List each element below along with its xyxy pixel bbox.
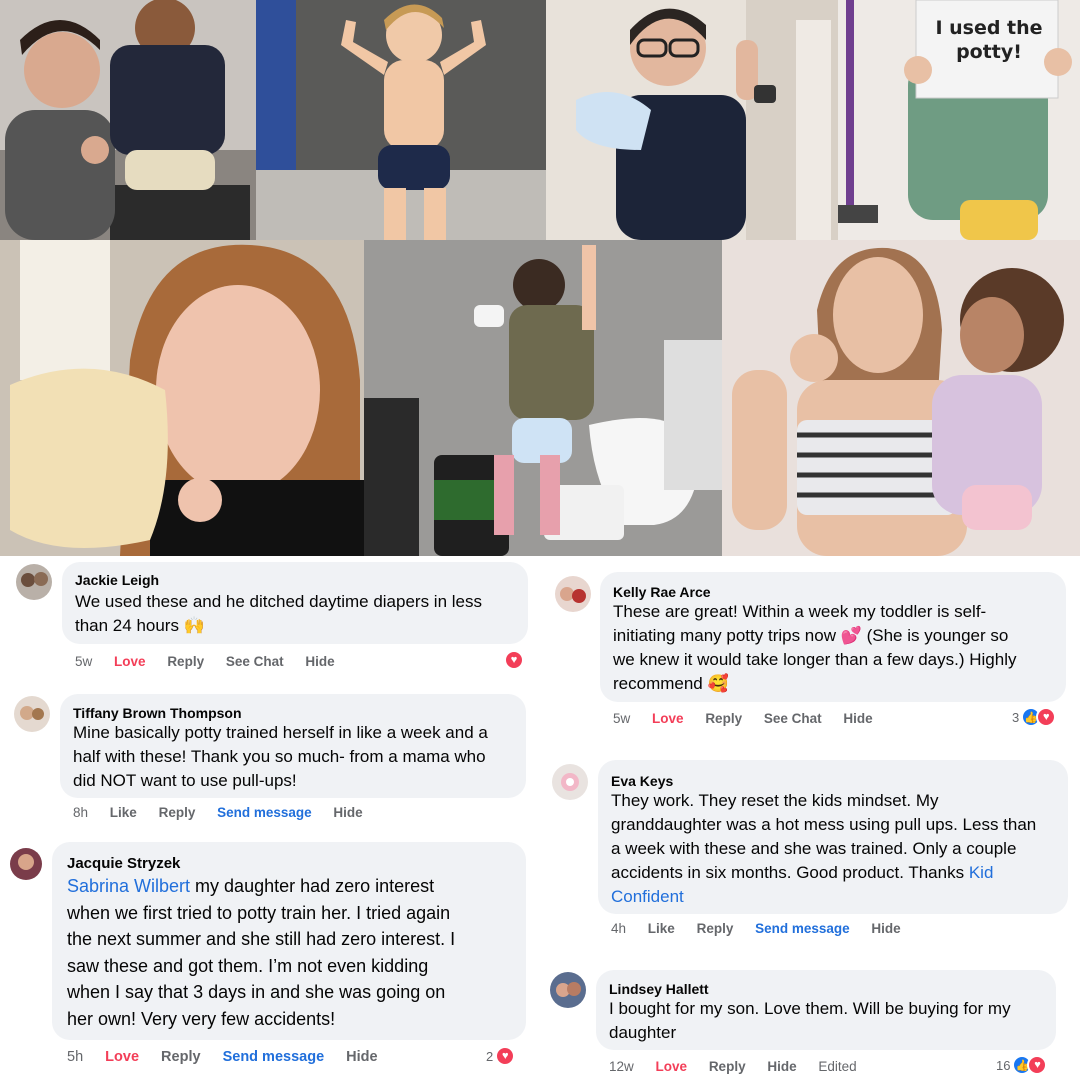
comment-line: the next summer and she still had zero i… bbox=[67, 929, 456, 950]
comment-time[interactable]: 5w bbox=[613, 711, 630, 726]
comment-author[interactable]: Tiffany Brown Thompson bbox=[73, 705, 242, 721]
photo-boy-flexing bbox=[256, 0, 546, 240]
comment-line: a week with these and she was trained. O… bbox=[611, 839, 1017, 858]
comment-actions: 5w Love Reply See Chat Hide bbox=[613, 711, 891, 726]
see-chat-button[interactable]: See Chat bbox=[764, 711, 822, 726]
love-button[interactable]: Love bbox=[652, 711, 684, 726]
mention-link[interactable]: Sabrina Wilbert bbox=[67, 876, 190, 896]
comment-text: Sabrina Wilbert my daughter had zero int… bbox=[67, 873, 522, 1033]
comment-time[interactable]: 5w bbox=[75, 654, 92, 669]
comment-line: recommend 🥰 bbox=[613, 674, 729, 693]
mention-link[interactable]: Kid bbox=[969, 863, 994, 882]
comment-text: We used these and he ditched daytime dia… bbox=[75, 590, 523, 638]
comment-time[interactable]: 4h bbox=[611, 921, 626, 936]
reaction-count: 3 bbox=[1012, 709, 1020, 725]
comment-time[interactable]: 8h bbox=[73, 805, 88, 820]
comment-time[interactable]: 12w bbox=[609, 1059, 634, 1074]
comment-line: I bought for my son. Love them. Will be … bbox=[609, 999, 1011, 1018]
photo-mom-thumbs-up-toddler bbox=[0, 0, 256, 240]
reaction-summary[interactable]: 3 👍 ♥ bbox=[1012, 707, 1057, 727]
hide-button[interactable]: Hide bbox=[843, 711, 872, 726]
comment-author[interactable]: Jackie Leigh bbox=[75, 572, 159, 588]
comment-line: accidents in six months. Good product. T… bbox=[611, 863, 969, 882]
comment-line: We used these and he ditched daytime dia… bbox=[75, 592, 482, 611]
comment-actions: 8h Like Reply Send message Hide bbox=[73, 805, 381, 820]
comment-line: initiating many potty trips now 💕 (She i… bbox=[613, 626, 1009, 645]
reaction-count: 16 bbox=[996, 1057, 1011, 1073]
reaction-summary[interactable]: ♥ bbox=[504, 650, 524, 670]
comment-actions: 5h Love Reply Send message Hide bbox=[67, 1049, 396, 1065]
heart-reaction-icon: ♥ bbox=[495, 1046, 516, 1066]
heart-reaction-icon: ♥ bbox=[504, 650, 524, 670]
comment-text: They work. They reset the kids mindset. … bbox=[611, 789, 1066, 909]
see-chat-button[interactable]: See Chat bbox=[226, 654, 284, 669]
hide-button[interactable]: Hide bbox=[871, 921, 900, 936]
comment-line: daughter bbox=[609, 1023, 677, 1042]
comment-line: half with these! Thank you so much- from… bbox=[73, 747, 486, 766]
reply-button[interactable]: Reply bbox=[705, 711, 742, 726]
comment-line: Mine basically potty trained herself in … bbox=[73, 723, 488, 742]
mention-link[interactable]: Confident bbox=[611, 885, 1066, 909]
avatar[interactable] bbox=[552, 764, 588, 800]
send-message-button[interactable]: Send message bbox=[223, 1049, 325, 1065]
avatar[interactable] bbox=[16, 564, 52, 600]
comment-text: These are great! Within a week my toddle… bbox=[613, 600, 1063, 696]
like-button[interactable]: Like bbox=[110, 805, 137, 820]
hide-button[interactable]: Hide bbox=[333, 805, 362, 820]
sign-text: I used the potty! bbox=[935, 17, 1043, 63]
hide-button[interactable]: Hide bbox=[346, 1049, 377, 1065]
hide-button[interactable]: Hide bbox=[305, 654, 334, 669]
comment-author[interactable]: Jacquie Stryzek bbox=[67, 855, 180, 872]
heart-reaction-icon: ♥ bbox=[1027, 1055, 1048, 1075]
comment-line: we knew it would take longer than a few … bbox=[613, 650, 1017, 669]
comment-actions: 5w Love Reply See Chat Hide bbox=[75, 654, 353, 669]
love-button[interactable]: Love bbox=[656, 1059, 688, 1074]
comment-actions: 12w Love Reply Hide Edited bbox=[609, 1059, 875, 1074]
comment-line: did NOT want to use pull-ups! bbox=[73, 771, 297, 790]
comment-line: saw these and got them. I’m not even kid… bbox=[67, 955, 429, 976]
photo-woman-holding-child bbox=[722, 240, 1080, 556]
reaction-count: 2 bbox=[486, 1048, 494, 1064]
avatar[interactable] bbox=[14, 696, 50, 732]
heart-reaction-icon: ♥ bbox=[1036, 707, 1057, 727]
send-message-button[interactable]: Send message bbox=[755, 921, 850, 936]
love-button[interactable]: Love bbox=[105, 1049, 139, 1065]
comment-actions: 4h Like Reply Send message Hide bbox=[611, 921, 919, 936]
comment-author[interactable]: Lindsey Hallett bbox=[609, 981, 709, 997]
avatar[interactable] bbox=[550, 972, 586, 1008]
photo-woman-glasses-underwear bbox=[546, 0, 838, 240]
comment-line: my daughter had zero interest bbox=[190, 876, 435, 896]
photo-woman-holding-training-pants bbox=[0, 240, 364, 556]
comment-time[interactable]: 5h bbox=[67, 1049, 83, 1065]
reply-button[interactable]: Reply bbox=[709, 1059, 746, 1074]
reply-button[interactable]: Reply bbox=[167, 654, 204, 669]
avatar[interactable] bbox=[555, 576, 591, 612]
comment-line: These are great! Within a week my toddle… bbox=[613, 602, 987, 621]
comment-line: when we first tried to potty train her. … bbox=[67, 902, 451, 923]
comment-line: than 24 hours 🙌 bbox=[75, 616, 205, 635]
like-button[interactable]: Like bbox=[648, 921, 675, 936]
reaction-summary[interactable]: 16 👍 ♥ bbox=[996, 1055, 1048, 1075]
comment-text: I bought for my son. Love them. Will be … bbox=[609, 997, 1054, 1045]
comment-line: when I say that 3 days in and she was go… bbox=[67, 982, 446, 1003]
reaction-summary[interactable]: 2 ♥ bbox=[486, 1046, 516, 1066]
photo-child-with-sign: I used the potty! bbox=[838, 0, 1080, 240]
comment-author[interactable]: Kelly Rae Arce bbox=[613, 584, 711, 600]
comment-line: her own! Very very few accidents! bbox=[67, 1008, 336, 1029]
reply-button[interactable]: Reply bbox=[159, 805, 196, 820]
comment-line: They work. They reset the kids mindset. … bbox=[611, 791, 939, 810]
send-message-button[interactable]: Send message bbox=[217, 805, 312, 820]
comment-line: granddaughter was a hot mess using pull … bbox=[611, 815, 1037, 834]
comment-text: Mine basically potty trained herself in … bbox=[73, 721, 523, 793]
comment-author[interactable]: Eva Keys bbox=[611, 773, 673, 789]
love-button[interactable]: Love bbox=[114, 654, 146, 669]
hide-button[interactable]: Hide bbox=[767, 1059, 796, 1074]
avatar[interactable] bbox=[10, 848, 42, 880]
reply-button[interactable]: Reply bbox=[161, 1049, 201, 1065]
photo-toddler-bathroom bbox=[364, 240, 722, 556]
edited-label: Edited bbox=[818, 1059, 857, 1074]
reply-button[interactable]: Reply bbox=[697, 921, 734, 936]
